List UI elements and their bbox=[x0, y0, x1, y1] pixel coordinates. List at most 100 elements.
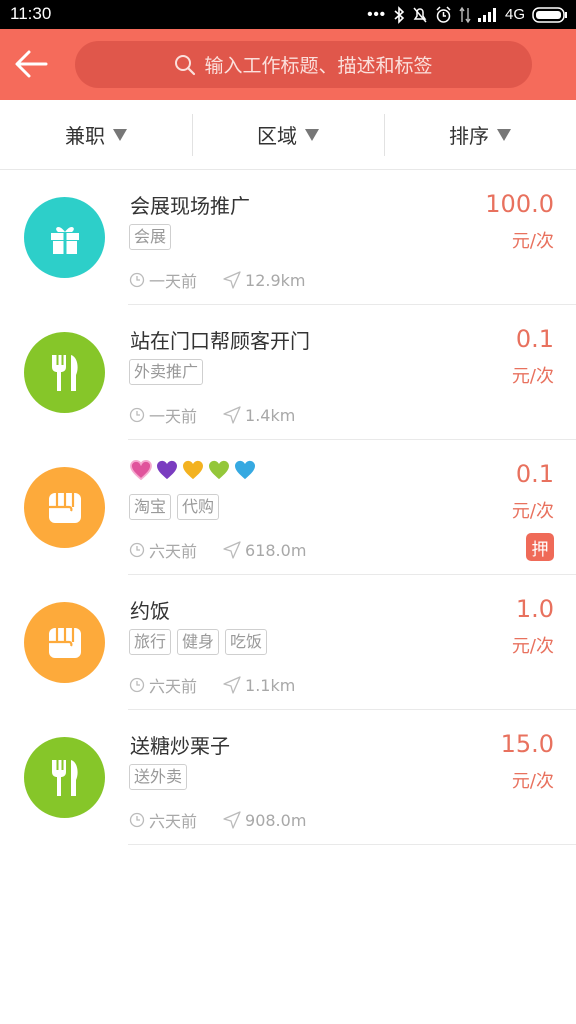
job-distance: 618.0m bbox=[245, 540, 307, 560]
status-time: 11:30 bbox=[10, 4, 52, 23]
fist-icon bbox=[48, 492, 81, 523]
back-button[interactable] bbox=[10, 43, 52, 85]
filter-sort[interactable]: 排序 bbox=[384, 100, 576, 169]
job-avatar bbox=[24, 197, 105, 278]
location-arrow-icon bbox=[223, 541, 241, 559]
job-avatar bbox=[24, 467, 105, 548]
filter-label: 兼职 bbox=[65, 124, 105, 148]
job-price: 1.0 bbox=[515, 595, 554, 623]
job-tag: 淘宝 bbox=[129, 494, 172, 520]
job-price: 100.0 bbox=[485, 190, 554, 218]
job-tags: 外卖推广 bbox=[129, 359, 204, 385]
job-avatar bbox=[24, 602, 105, 683]
clock-icon bbox=[129, 812, 145, 828]
heart-icon bbox=[130, 460, 152, 480]
job-posted-time: 六天前 bbox=[149, 812, 198, 831]
clock-icon bbox=[129, 407, 145, 423]
job-title: 约饭 bbox=[130, 599, 170, 623]
location-arrow-icon bbox=[223, 676, 241, 694]
filter-job-type[interactable]: 兼职 bbox=[0, 100, 192, 169]
job-price-unit: 元/次 bbox=[511, 366, 554, 387]
job-title-hearts bbox=[130, 460, 256, 480]
more-dots-icon: ••• bbox=[367, 6, 386, 23]
job-price-unit: 元/次 bbox=[511, 636, 554, 657]
clock-icon bbox=[129, 542, 145, 558]
filter-label: 排序 bbox=[449, 124, 489, 148]
heart-icon bbox=[157, 460, 177, 480]
filter-area[interactable]: 区域 bbox=[192, 100, 384, 169]
filter-label: 区域 bbox=[257, 124, 297, 148]
job-title: 会展现场推广 bbox=[130, 194, 250, 218]
data-transfer-icon bbox=[459, 6, 471, 23]
location-arrow-icon bbox=[223, 271, 241, 289]
search-input[interactable]: 输入工作标题、描述和标签 bbox=[75, 41, 532, 88]
job-price: 0.1 bbox=[515, 460, 554, 488]
status-icons: ••• 4G bbox=[367, 3, 568, 26]
job-list-item[interactable]: 淘宝 代购 六天前 618.0m 0.1 元/次 押 bbox=[0, 440, 576, 575]
deposit-badge: 押 bbox=[526, 533, 554, 561]
fork-knife-icon bbox=[51, 354, 78, 391]
back-arrow-icon bbox=[15, 50, 48, 78]
job-title: 送糖炒栗子 bbox=[130, 734, 230, 758]
job-tags: 会展 bbox=[129, 224, 172, 250]
location-arrow-icon bbox=[223, 406, 241, 424]
job-list-item[interactable]: 约饭 旅行 健身 吃饭 六天前 1.1km 1.0 元/次 bbox=[0, 575, 576, 710]
job-list-item[interactable]: 会展现场推广 会展 一天前 12.9km 100.0 元/次 bbox=[0, 170, 576, 305]
search-placeholder: 输入工作标题、描述和标签 bbox=[204, 55, 433, 77]
job-meta: 一天前 1.4km bbox=[129, 403, 295, 427]
status-bar: 11:30 ••• 4G bbox=[0, 0, 576, 29]
heart-icon bbox=[235, 460, 255, 480]
dropdown-triangle-icon bbox=[497, 128, 511, 141]
signal-icon bbox=[477, 7, 496, 22]
job-list-item[interactable]: 送糖炒栗子 送外卖 六天前 908.0m 15.0 元/次 bbox=[0, 710, 576, 845]
location-arrow-icon bbox=[223, 811, 241, 829]
clock-icon bbox=[129, 677, 145, 693]
battery-icon bbox=[532, 6, 567, 23]
bluetooth-icon bbox=[394, 5, 405, 24]
job-tag: 代购 bbox=[177, 494, 220, 520]
clock-icon bbox=[129, 272, 145, 288]
job-tag: 旅行 bbox=[129, 629, 172, 655]
app-header: 输入工作标题、描述和标签 bbox=[0, 29, 576, 100]
job-distance: 908.0m bbox=[245, 810, 307, 830]
job-meta: 一天前 12.9km bbox=[129, 268, 306, 292]
alarm-icon bbox=[436, 5, 451, 23]
fork-knife-icon bbox=[51, 759, 78, 796]
dropdown-triangle-icon bbox=[305, 128, 319, 141]
filter-bar: 兼职 区域 排序 bbox=[0, 100, 576, 170]
job-tag: 会展 bbox=[129, 224, 172, 250]
mute-icon bbox=[413, 7, 427, 22]
gift-icon bbox=[50, 226, 79, 254]
job-posted-time: 六天前 bbox=[149, 677, 198, 696]
job-tag: 健身 bbox=[177, 629, 220, 655]
job-posted-time: 一天前 bbox=[149, 272, 198, 291]
fist-icon bbox=[48, 627, 81, 658]
job-price-unit: 元/次 bbox=[511, 501, 554, 522]
divider bbox=[128, 844, 576, 845]
job-list-item[interactable]: 站在门口帮顾客开门 外卖推广 一天前 1.4km 0.1 元/次 bbox=[0, 305, 576, 440]
job-tag: 送外卖 bbox=[129, 764, 188, 790]
job-meta: 六天前 1.1km bbox=[129, 673, 295, 697]
dropdown-triangle-icon bbox=[113, 128, 127, 141]
job-tags: 旅行 健身 吃饭 bbox=[129, 629, 268, 655]
job-price-unit: 元/次 bbox=[511, 771, 554, 792]
job-posted-time: 六天前 bbox=[149, 542, 198, 561]
job-posted-time: 一天前 bbox=[149, 407, 198, 426]
heart-icon bbox=[209, 460, 229, 480]
job-distance: 1.4km bbox=[245, 405, 296, 425]
job-avatar bbox=[24, 332, 105, 413]
job-meta: 六天前 618.0m bbox=[129, 538, 306, 562]
job-tags: 淘宝 代购 bbox=[129, 494, 220, 520]
job-tag: 外卖推广 bbox=[129, 359, 204, 385]
job-tags: 送外卖 bbox=[129, 764, 188, 790]
job-avatar bbox=[24, 737, 105, 818]
job-list: 会展现场推广 会展 一天前 12.9km 100.0 元/次 站在门口帮顾客开门… bbox=[0, 170, 576, 845]
search-icon bbox=[175, 54, 196, 75]
job-distance: 1.1km bbox=[245, 675, 296, 695]
job-price: 15.0 bbox=[500, 730, 554, 758]
job-distance: 12.9km bbox=[245, 270, 306, 290]
heart-icon bbox=[183, 460, 203, 480]
job-meta: 六天前 908.0m bbox=[129, 808, 306, 832]
network-type: 4G bbox=[504, 6, 525, 23]
job-title: 站在门口帮顾客开门 bbox=[130, 329, 310, 353]
